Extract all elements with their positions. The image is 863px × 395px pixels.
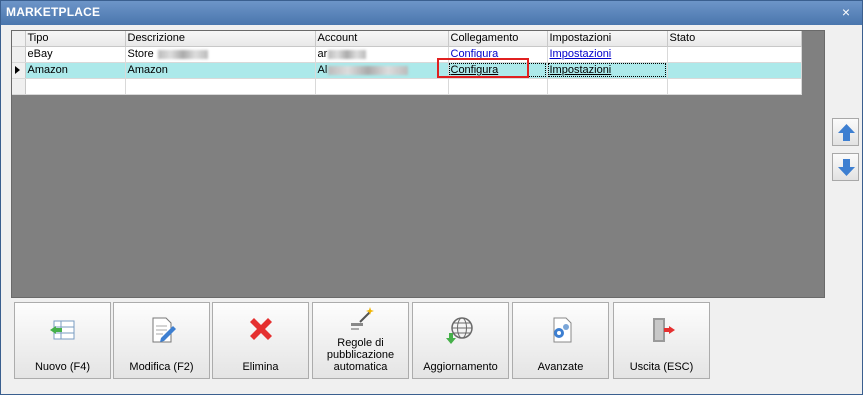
redacted-text (157, 49, 208, 59)
settings-document-icon (553, 317, 572, 343)
current-row-arrow-icon (15, 66, 20, 74)
close-button[interactable]: × (838, 4, 854, 20)
col-header-tipo[interactable]: Tipo (25, 31, 126, 47)
col-header-collegamento[interactable]: Collegamento (448, 31, 548, 47)
cell-impostazioni: Impostazioni (547, 46, 668, 63)
cell-tipo[interactable]: Amazon (25, 62, 126, 79)
cell-stato[interactable] (667, 78, 802, 95)
exit-door-icon (653, 318, 675, 342)
cell-descrizione[interactable] (125, 78, 316, 95)
cell-descrizione-text: Store (127, 48, 154, 60)
cell-collegamento: Configura (448, 46, 548, 63)
client-area: Tipo Descrizione Account Collegamento Im… (1, 25, 862, 394)
grid-table: Tipo Descrizione Account Collegamento Im… (12, 31, 802, 95)
col-header-account[interactable]: Account (315, 31, 449, 47)
cell-descrizione[interactable]: Store (125, 46, 316, 63)
cell-account[interactable]: ar (315, 46, 449, 63)
add-row-icon (50, 320, 75, 340)
window-title: MARKETPLACE (6, 5, 101, 19)
marketplace-grid: Tipo Descrizione Account Collegamento Im… (11, 30, 825, 298)
cell-collegamento[interactable] (448, 78, 548, 95)
row-indicator (12, 46, 26, 63)
move-down-button[interactable] (832, 153, 859, 181)
cell-account-text: Al (317, 64, 328, 76)
cell-account[interactable] (315, 78, 449, 95)
grid-header-row: Tipo Descrizione Account Collegamento Im… (12, 31, 802, 47)
cell-impostazioni[interactable] (547, 78, 668, 95)
nuovo-button[interactable]: Nuovo (F4) (14, 302, 111, 379)
move-up-button[interactable] (832, 118, 859, 146)
impostazioni-link[interactable]: Impostazioni (550, 64, 612, 76)
arrow-up-icon (838, 124, 855, 141)
col-header-impostazioni[interactable]: Impostazioni (547, 31, 668, 47)
elimina-label: Elimina (242, 361, 279, 373)
cell-stato[interactable] (667, 62, 802, 79)
table-row[interactable]: eBay Store ar Configura Impostazioni (12, 46, 802, 63)
row-indicator (12, 62, 26, 79)
configura-link[interactable]: Configura (451, 48, 499, 60)
col-header-descrizione[interactable]: Descrizione (125, 31, 316, 47)
row-indicator (12, 78, 26, 95)
cell-account[interactable]: Al (315, 62, 449, 79)
aggiornamento-button[interactable]: Aggiornamento (412, 302, 509, 379)
uscita-label: Uscita (ESC) (629, 361, 694, 373)
title-bar: MARKETPLACE × (1, 1, 862, 25)
regole-pubblicazione-button[interactable]: Regole di pubblicazione automatica (312, 302, 409, 379)
magic-wand-icon (351, 307, 374, 330)
cell-collegamento-focused: Configura (448, 62, 548, 79)
cell-impostazioni: Impostazioni (547, 62, 668, 79)
row-indicator-header (12, 31, 26, 47)
aggiornamento-label: Aggiornamento (423, 361, 498, 373)
cell-descrizione[interactable]: Amazon (125, 62, 316, 79)
redacted-text (328, 49, 367, 59)
avanzate-button[interactable]: Avanzate (512, 302, 609, 379)
globe-download-icon (446, 317, 473, 344)
cell-tipo[interactable]: eBay (25, 46, 126, 63)
table-row-selected[interactable]: Amazon Amazon Al Configura Impostazioni (12, 62, 802, 79)
elimina-button[interactable]: Elimina (212, 302, 309, 379)
cell-stato[interactable] (667, 46, 802, 63)
modifica-label: Modifica (F2) (129, 361, 194, 373)
edit-document-icon (152, 317, 176, 343)
nuovo-label: Nuovo (F4) (34, 361, 91, 373)
redacted-text (328, 65, 409, 75)
regole-label: Regole di pubblicazione automatica (326, 337, 395, 373)
impostazioni-link[interactable]: Impostazioni (550, 48, 612, 60)
avanzate-label: Avanzate (537, 361, 584, 373)
col-header-stato[interactable]: Stato (667, 31, 802, 47)
delete-x-icon (250, 318, 272, 340)
configura-link[interactable]: Configura (451, 64, 499, 76)
cell-tipo[interactable] (25, 78, 126, 95)
arrow-down-icon (838, 159, 855, 176)
table-row-new[interactable] (12, 78, 802, 95)
marketplace-window: MARKETPLACE × Tipo Descrizione Account C… (0, 0, 863, 395)
cell-account-text: ar (317, 48, 328, 60)
modifica-button[interactable]: Modifica (F2) (113, 302, 210, 379)
uscita-button[interactable]: Uscita (ESC) (613, 302, 710, 379)
